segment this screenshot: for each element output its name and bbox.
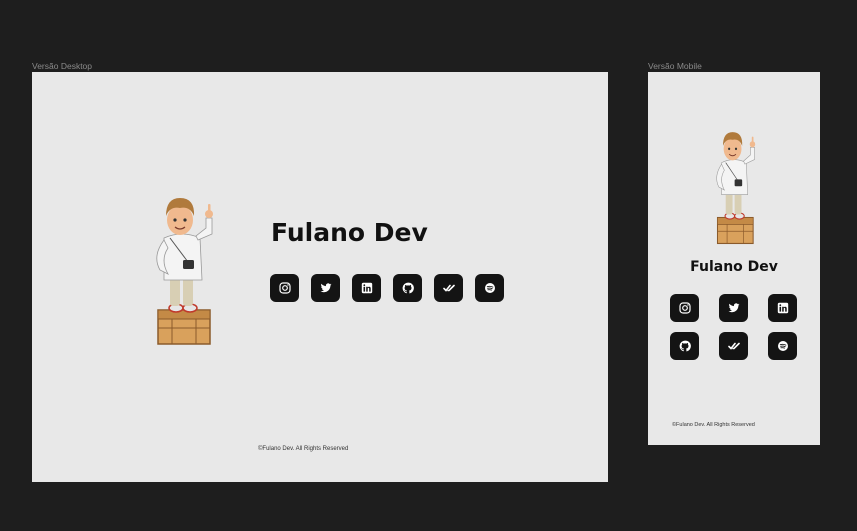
spotify-icon xyxy=(777,341,788,351)
spotify-icon xyxy=(484,283,495,293)
desktop-frame: Fulano Dev ©Fulano Dev. All Rights Reser… xyxy=(32,72,608,482)
github-icon xyxy=(679,340,691,352)
checkmark-icon xyxy=(442,284,455,292)
linkedin-button[interactable] xyxy=(768,294,797,322)
instagram-button[interactable] xyxy=(270,274,299,302)
frame-label-desktop: Versão Desktop xyxy=(32,61,93,71)
instagram-icon xyxy=(278,282,291,294)
linkedin-icon xyxy=(361,282,372,294)
page-title: Fulano Dev xyxy=(690,259,778,275)
twitter-icon xyxy=(320,283,331,293)
instagram-button[interactable] xyxy=(670,294,699,322)
github-icon xyxy=(402,282,414,294)
footer-copyright: ©Fulano Dev. All Rights Reserved xyxy=(258,446,349,452)
footer-copyright: ©Fulano Dev. All Rights Reserved xyxy=(672,422,755,428)
github-button[interactable] xyxy=(393,274,422,302)
checkmark-button[interactable] xyxy=(434,274,463,302)
twitter-icon xyxy=(728,303,739,313)
spotify-button[interactable] xyxy=(475,274,504,302)
linkedin-icon xyxy=(777,302,788,314)
avatar xyxy=(712,126,760,245)
page-title: Fulano Dev xyxy=(271,218,428,247)
frame-label-mobile: Versão Mobile xyxy=(648,61,702,71)
checkmark-icon xyxy=(727,342,740,350)
twitter-button[interactable] xyxy=(311,274,340,302)
github-button[interactable] xyxy=(670,332,699,360)
twitter-button[interactable] xyxy=(719,294,748,322)
spotify-button[interactable] xyxy=(768,332,797,360)
mobile-frame: Fulano Dev ©Fulano Dev. All Rights Reser… xyxy=(648,72,820,445)
instagram-icon xyxy=(678,302,691,314)
linkedin-button[interactable] xyxy=(352,274,381,302)
checkmark-button[interactable] xyxy=(719,332,748,360)
avatar xyxy=(150,190,220,346)
